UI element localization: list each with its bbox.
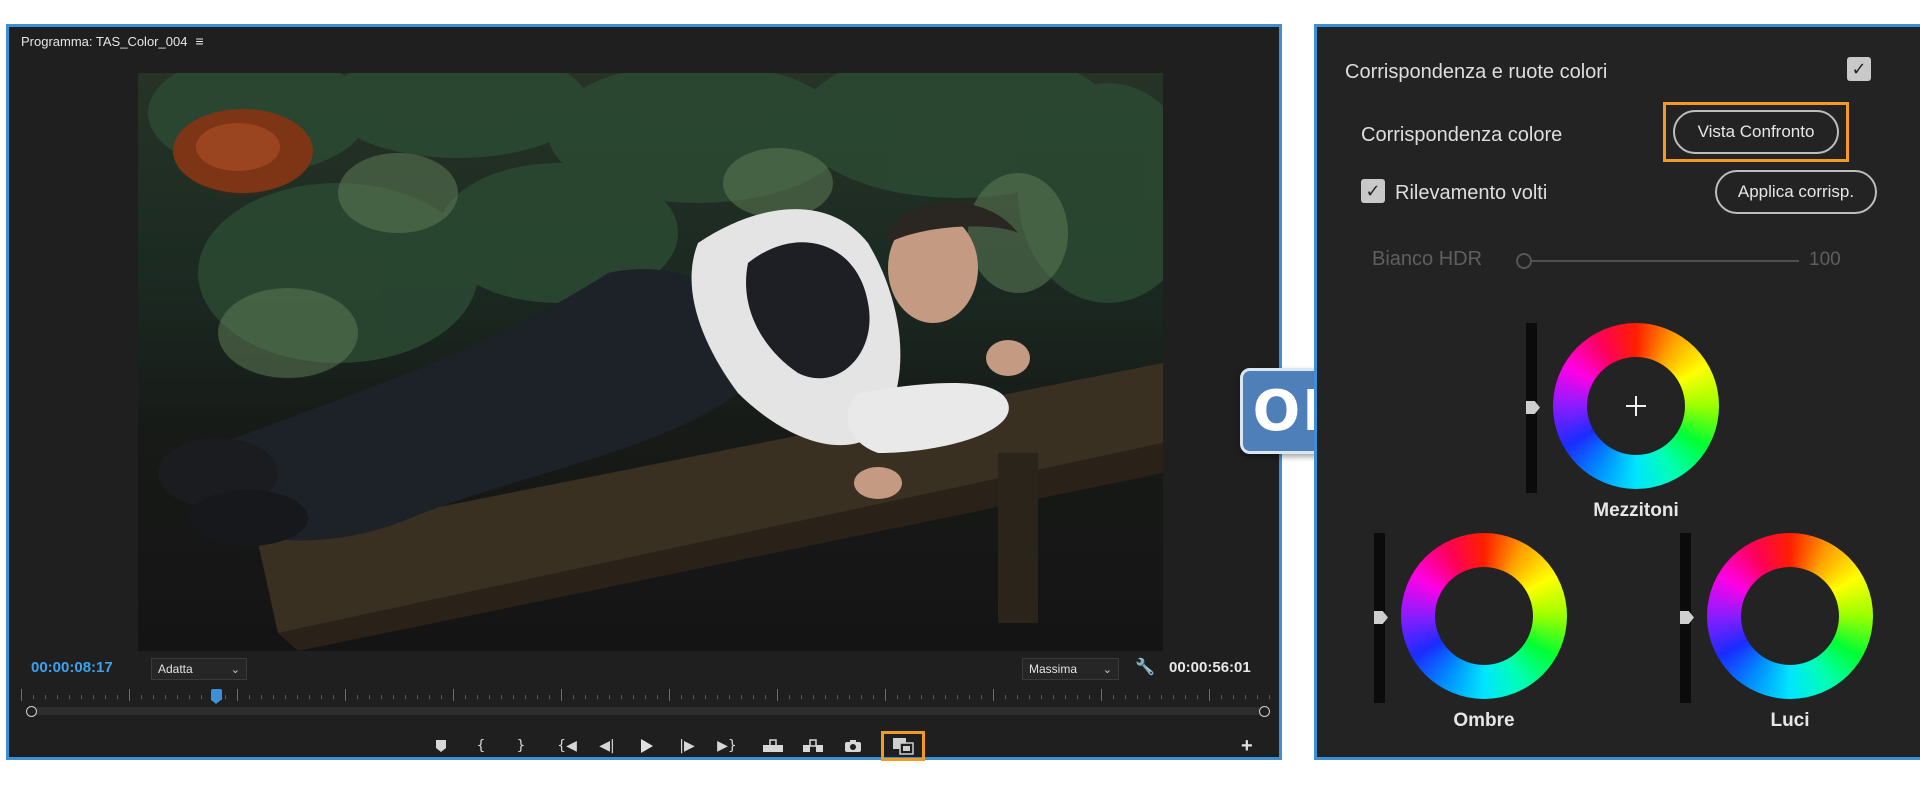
comparison-view-button[interactable] bbox=[881, 731, 925, 761]
step-back-icon[interactable]: ◀| bbox=[587, 733, 627, 759]
wrench-settings-icon[interactable]: 🔧 bbox=[1135, 657, 1155, 677]
step-forward-icon[interactable]: |▶ bbox=[667, 733, 707, 759]
section-enable-checkbox[interactable]: ✓ bbox=[1847, 57, 1871, 81]
highlights-color-wheel[interactable] bbox=[1707, 533, 1873, 699]
go-to-in-icon[interactable]: {◀ bbox=[547, 733, 587, 759]
chevron-down-icon: ⌄ bbox=[230, 663, 240, 676]
transport-controls: { } {◀ ◀| |▶ ▶} bbox=[421, 733, 873, 759]
video-frame bbox=[138, 73, 1163, 651]
zoom-handle-left[interactable] bbox=[26, 706, 37, 717]
color-match-label: Corrispondenza colore bbox=[1361, 124, 1563, 146]
highlights-slider-thumb[interactable] bbox=[1680, 611, 1694, 624]
chevron-down-icon: ⌄ bbox=[1102, 663, 1112, 676]
zoom-scroll-bar[interactable] bbox=[29, 707, 1261, 715]
zoom-handle-right[interactable] bbox=[1259, 706, 1270, 717]
mark-out-icon[interactable]: } bbox=[501, 733, 541, 759]
playback-quality-dropdown[interactable]: Massima ⌄ bbox=[1022, 658, 1119, 680]
highlights-label: Luci bbox=[1770, 710, 1810, 731]
time-ruler-major-ticks bbox=[21, 689, 1271, 701]
shadows-color-wheel[interactable] bbox=[1401, 533, 1567, 699]
export-frame-icon[interactable] bbox=[833, 733, 873, 759]
add-button-icon[interactable]: + bbox=[1241, 735, 1253, 758]
lift-icon[interactable] bbox=[753, 733, 793, 759]
shadows-label: Ombre bbox=[1453, 710, 1515, 731]
fit-dropdown[interactable]: Adatta ⌄ bbox=[151, 658, 247, 680]
program-monitor: Programma: TAS_Color_004 ≡ 00:00:08:17 A… bbox=[6, 24, 1282, 761]
go-to-out-icon[interactable]: ▶} bbox=[707, 733, 747, 759]
fit-dropdown-value: Adatta bbox=[158, 662, 193, 676]
play-icon[interactable] bbox=[627, 733, 667, 759]
shadows-slider-thumb[interactable] bbox=[1374, 611, 1388, 624]
face-detection-checkbox[interactable]: ✓ bbox=[1361, 179, 1385, 203]
panel-menu-icon[interactable]: ≡ bbox=[195, 33, 203, 49]
hdr-white-slider-track[interactable] bbox=[1523, 260, 1799, 262]
midtones-label: Mezzitoni bbox=[1593, 500, 1679, 521]
comparison-view-toggle-button[interactable]: Vista Confronto bbox=[1673, 110, 1839, 154]
monitor-title: Programma: TAS_Color_004 ≡ bbox=[21, 33, 204, 49]
face-detection-label: Rilevamento volti bbox=[1395, 182, 1548, 204]
mark-in-icon[interactable]: { bbox=[461, 733, 501, 759]
monitor-title-text: Programma: TAS_Color_004 bbox=[21, 33, 188, 49]
extract-icon[interactable] bbox=[793, 733, 833, 759]
current-timecode[interactable]: 00:00:08:17 bbox=[31, 659, 113, 676]
midtones-slider-thumb[interactable] bbox=[1526, 401, 1540, 414]
playhead[interactable] bbox=[211, 689, 222, 704]
duration-timecode: 00:00:56:01 bbox=[1169, 659, 1251, 676]
hdr-white-value: 100 bbox=[1809, 249, 1841, 270]
quality-dropdown-value: Massima bbox=[1029, 662, 1078, 676]
comparison-view-icon bbox=[893, 738, 914, 755]
apply-match-button[interactable]: Applica corrisp. bbox=[1715, 170, 1877, 214]
marker-icon[interactable] bbox=[421, 733, 461, 759]
wheel-center-crosshair-icon[interactable] bbox=[1626, 396, 1646, 416]
section-title: Corrispondenza e ruote colori bbox=[1345, 61, 1608, 83]
video-image bbox=[148, 73, 1163, 651]
hdr-white-label: Bianco HDR bbox=[1372, 248, 1483, 270]
lumetri-color-panel: Corrispondenza e ruote colori ✓ Corrispo… bbox=[1314, 24, 1920, 760]
hdr-white-slider-knob[interactable] bbox=[1516, 253, 1532, 269]
